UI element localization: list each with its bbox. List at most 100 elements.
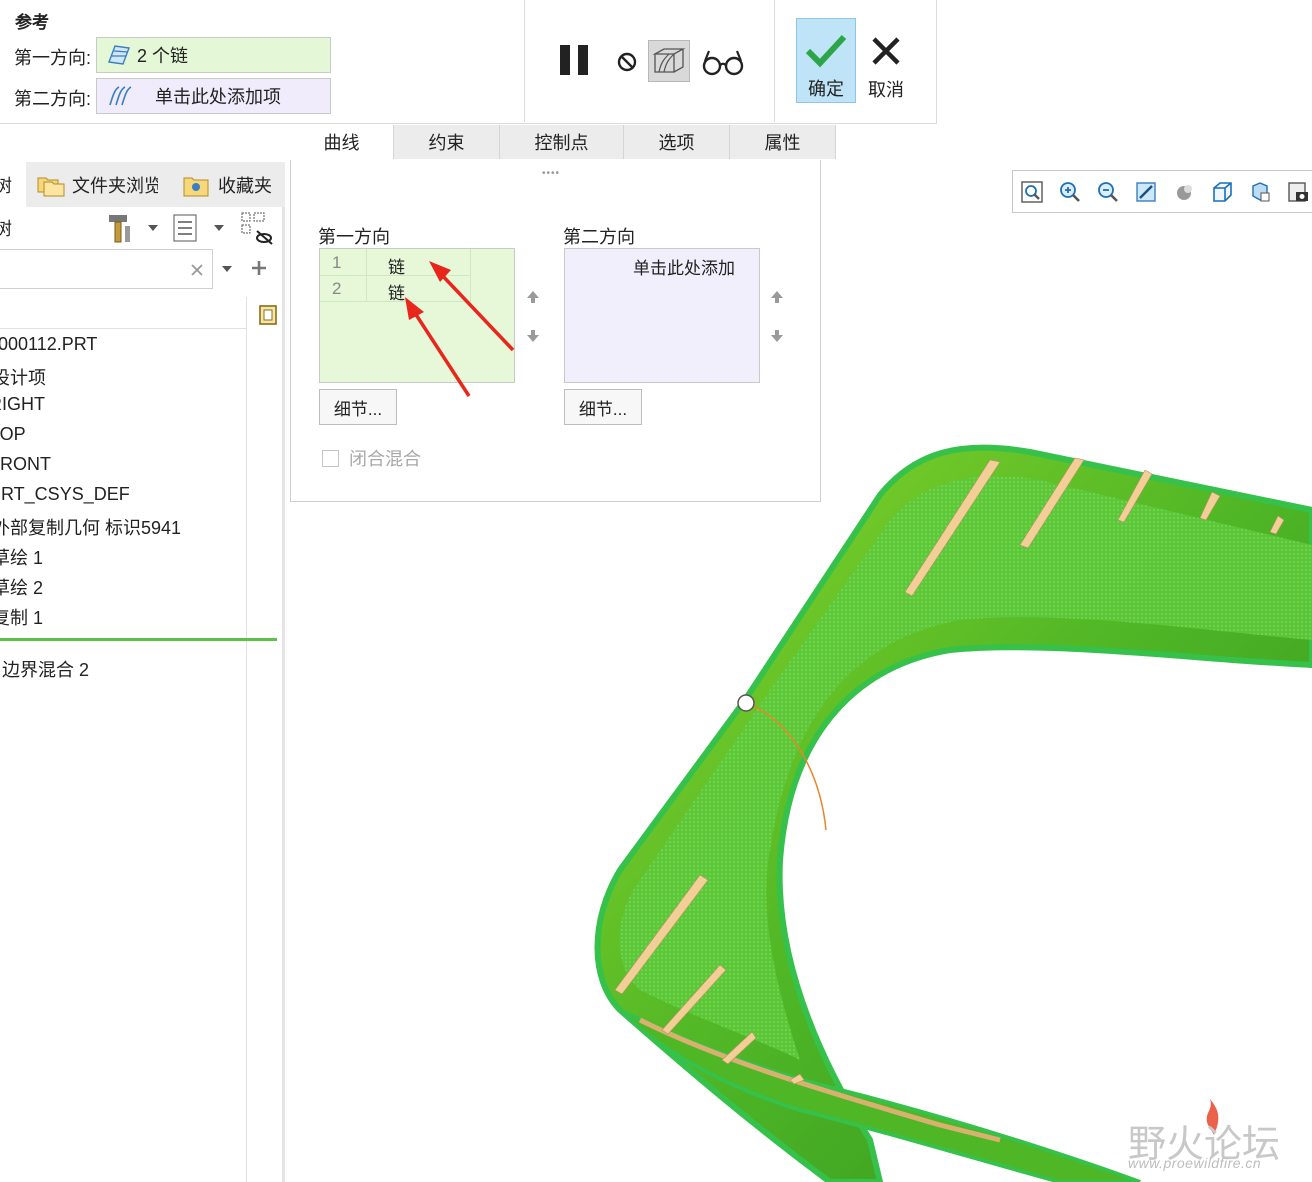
tree-item-csys[interactable]: PRT_CSYS_DEF (0, 484, 130, 505)
arrow-up-icon (771, 291, 783, 303)
no-preview-icon (617, 52, 637, 72)
second-direction-label: 第二方向: (14, 89, 92, 109)
tab-constraints[interactable]: 约束 (394, 125, 500, 159)
tab-folder-browser-label: 文件夹浏览 (72, 175, 158, 196)
hidden-items-icon (241, 212, 273, 245)
move-up-button-2[interactable] (767, 287, 787, 307)
shading-icon (1177, 184, 1192, 200)
ok-label: 确定 (808, 79, 844, 99)
arrow-down-icon (771, 330, 783, 342)
list-item[interactable]: 2 链 (320, 276, 470, 303)
tree-item-design-items[interactable]: 设计项 (0, 364, 46, 390)
closed-blend-label: 闭合混合 (349, 449, 421, 469)
list-icon (173, 214, 197, 242)
move-up-button[interactable] (523, 287, 543, 307)
closed-blend-option[interactable]: 闭合混合 (322, 445, 421, 471)
view-toolbar (1012, 170, 1312, 213)
dashboard-ribbon: 参考 第一方向: 2 个链 第二方向: 单击此处添加项 确定 取消 (0, 0, 937, 124)
tree-item-right-plane[interactable]: RIGHT (0, 394, 45, 415)
zoom-in-icon (1060, 181, 1080, 202)
clear-icon[interactable] (189, 262, 205, 278)
checkmark-icon (805, 34, 847, 68)
curves-panel: •••• 第一方向 1 链 2 链 细节... 第二方向 单击此处添加 细节..… (290, 160, 821, 502)
second-direction-title: 第二方向 (563, 227, 635, 247)
tab-favorites-label: 收藏夹 (218, 175, 272, 196)
hide-items-button[interactable] (240, 211, 274, 245)
ok-button[interactable]: 确定 (796, 18, 856, 103)
repaint-icon (1136, 181, 1156, 202)
tree-item-top-plane[interactable]: TOP (0, 424, 26, 445)
view-manager-button[interactable] (1241, 173, 1279, 211)
close-icon (872, 37, 900, 65)
curve-chain-icon (109, 86, 132, 106)
second-direction-collector[interactable]: 单击此处添加项 (96, 78, 331, 114)
settings-dropdown[interactable] (106, 211, 162, 245)
closed-blend-checkbox[interactable] (322, 449, 339, 467)
insert-indicator (0, 638, 277, 641)
model-tree-search[interactable] (0, 249, 213, 289)
tab-properties[interactable]: 属性 (730, 125, 836, 159)
tab-control-points[interactable]: 控制点 (500, 125, 624, 159)
second-details-button[interactable]: 细节... (564, 389, 642, 425)
second-list-placeholder: 单击此处添加 (633, 259, 735, 278)
first-direction-value: 2 个链 (137, 46, 189, 66)
view-manager-icon (1252, 181, 1270, 201)
zoom-out-button[interactable] (1089, 173, 1127, 211)
mesh-preview-icon (652, 48, 686, 73)
tree-columns-icon[interactable] (258, 304, 278, 326)
pause-icon (560, 45, 588, 75)
tree-column-divider (246, 297, 247, 1182)
display-style-button[interactable] (1165, 173, 1203, 211)
geometry-preview-button[interactable] (648, 40, 690, 82)
refit-button[interactable] (1013, 173, 1051, 211)
chevron-down-icon (148, 225, 158, 231)
panel-grip[interactable]: •••• (542, 168, 560, 179)
cancel-button[interactable]: 取消 (862, 18, 910, 103)
hammer-icon (109, 215, 130, 243)
show-dropdown[interactable] (172, 211, 228, 245)
model-tree-label: 树 (0, 219, 12, 239)
navigator-tabs: 树 文件夹浏览 收藏夹 (0, 162, 285, 207)
arrow-down-icon (527, 330, 539, 342)
move-down-button[interactable] (523, 326, 543, 346)
first-details-button[interactable]: 细节... (319, 389, 397, 425)
folder-icon (37, 177, 65, 196)
cube-icon (1213, 181, 1232, 202)
no-preview-button[interactable] (613, 48, 641, 76)
first-direction-collector[interactable]: 2 个链 (96, 37, 331, 73)
tree-item-active-feature[interactable]: 边界混合 2 (2, 656, 89, 682)
tree-item-sketch-1[interactable]: 草绘 1 (0, 544, 43, 570)
first-direction-list[interactable]: 1 链 2 链 (319, 248, 515, 383)
add-filter-icon[interactable] (250, 259, 268, 277)
repaint-button[interactable] (1127, 173, 1165, 211)
verify-button[interactable] (700, 46, 746, 78)
saved-orientations-button[interactable] (1203, 173, 1241, 211)
tree-item-copy-1[interactable]: 复制 1 (0, 604, 43, 630)
second-direction-value: 单击此处添加项 (155, 87, 281, 107)
tab-curves[interactable]: 曲线 (290, 125, 394, 159)
model-tree-panel: 树 000112.PRT 设计项 RIGHT TOP FRONT PRT_CSY… (0, 207, 285, 1182)
zoom-in-button[interactable] (1051, 173, 1089, 211)
search-dropdown-chevron-icon[interactable] (220, 264, 234, 274)
tree-item-part[interactable]: 000112.PRT (0, 334, 97, 355)
second-direction-list[interactable]: 单击此处添加 (564, 248, 760, 383)
tree-item-external-copy-geom[interactable]: 外部复制几何 标识5941 (0, 514, 181, 540)
zoom-out-icon (1098, 181, 1118, 202)
move-down-button-2[interactable] (767, 326, 787, 346)
tab-options[interactable]: 选项 (624, 125, 730, 159)
chevron-down-icon (214, 225, 224, 231)
ribbon-divider (524, 0, 525, 122)
tab-favorites[interactable]: 收藏夹 (182, 162, 272, 207)
glasses-icon (702, 50, 744, 76)
tab-folder-browser[interactable]: 文件夹浏览 (36, 162, 158, 207)
arrow-up-icon (527, 291, 539, 303)
model-tree-toolbar: 树 (0, 207, 282, 247)
tree-item-front-plane[interactable]: FRONT (0, 454, 51, 475)
camera-button[interactable] (1279, 173, 1312, 211)
tab-model-tree-label: 树 (0, 175, 12, 196)
list-item[interactable]: 1 链 (320, 250, 470, 277)
tree-item-sketch-2[interactable]: 草绘 2 (0, 574, 43, 600)
tab-model-tree[interactable]: 树 (0, 162, 26, 207)
pause-button[interactable] (554, 40, 594, 80)
refit-icon (1021, 180, 1043, 203)
